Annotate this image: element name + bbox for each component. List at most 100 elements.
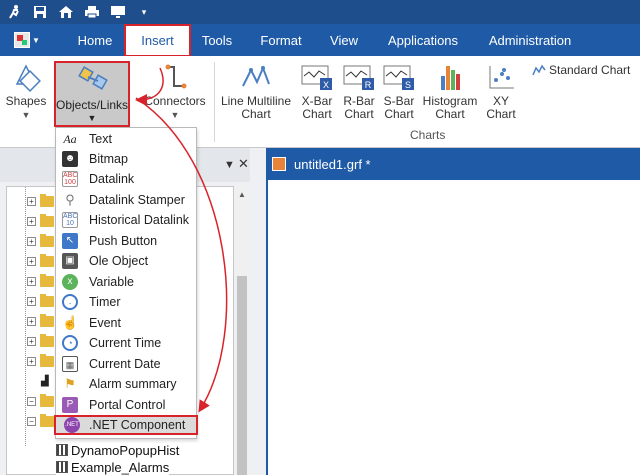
- expand-icon[interactable]: +: [27, 276, 36, 286]
- timer-icon: ·: [62, 294, 78, 310]
- collapse-icon[interactable]: −: [27, 416, 36, 426]
- tree-folder-row[interactable]: +: [27, 213, 54, 229]
- save-icon[interactable]: [32, 4, 48, 20]
- tree-item-dynamopopuphist[interactable]: DynamoPopupHist: [56, 442, 180, 458]
- tree-folder-row[interactable]: −: [27, 413, 54, 429]
- alarm-summary-icon: ⚑: [64, 376, 76, 391]
- svg-text:S: S: [405, 80, 411, 90]
- shapes-icon: [15, 64, 41, 92]
- menu-item-push-button[interactable]: ↖ Push Button: [56, 231, 196, 251]
- push-button-icon: ↖: [62, 233, 78, 249]
- chevron-down-icon: ▼: [21, 110, 31, 120]
- app-logo-icon: [14, 32, 30, 48]
- tree-folder-row[interactable]: +: [27, 313, 54, 329]
- expand-icon[interactable]: +: [27, 196, 36, 206]
- shapes-label: Shapes: [5, 94, 47, 108]
- tree-folder-row[interactable]: +: [27, 233, 54, 249]
- tab-format[interactable]: Format: [251, 24, 311, 56]
- expand-icon[interactable]: +: [27, 256, 36, 266]
- collapse-icon[interactable]: −: [27, 396, 36, 406]
- menu-item-bitmap[interactable]: ☻ Bitmap: [56, 149, 196, 169]
- menu-item-variable[interactable]: x Variable: [56, 272, 196, 292]
- tab-insert[interactable]: Insert: [124, 24, 191, 57]
- xy-chart-button[interactable]: XY Chart: [482, 62, 520, 121]
- menu-item-event[interactable]: ☝ Event: [56, 313, 196, 333]
- home-save-icon[interactable]: [58, 4, 74, 20]
- menu-item-datalink[interactable]: ABC 100 Datalink: [56, 169, 196, 189]
- panel-menu-icon[interactable]: ▼: [224, 159, 235, 171]
- print-icon[interactable]: [84, 4, 100, 20]
- close-icon[interactable]: ✕: [238, 156, 249, 172]
- menu-item-timer[interactable]: · Timer: [56, 292, 196, 312]
- r-bar-chart-label-2: Chart: [344, 107, 374, 121]
- standard-chart-button[interactable]: Standard Chart: [532, 63, 630, 77]
- chevron-down-icon: ▼: [170, 110, 180, 120]
- objects-links-icon: [78, 66, 108, 90]
- menu-item-label: Alarm summary: [89, 377, 177, 391]
- run-icon[interactable]: [6, 4, 22, 20]
- s-bar-chart-label-2: Chart: [384, 107, 414, 121]
- drawing-canvas[interactable]: [266, 180, 640, 475]
- histogram-chart-button[interactable]: Histogram Chart: [420, 62, 480, 121]
- tree-folder-row[interactable]: +: [27, 253, 54, 269]
- tree-item-row[interactable]: ▟: [41, 373, 49, 389]
- tab-tools[interactable]: Tools: [191, 24, 243, 56]
- expand-icon[interactable]: +: [27, 236, 36, 246]
- menu-item-text[interactable]: Aa Text: [56, 129, 196, 149]
- expand-icon[interactable]: +: [27, 316, 36, 326]
- expand-icon[interactable]: +: [27, 296, 36, 306]
- scatter-icon: [489, 66, 514, 89]
- line-multiline-chart-button[interactable]: Line Multiline Chart: [216, 62, 296, 121]
- dropdown-icon[interactable]: ▾: [136, 4, 152, 20]
- expand-icon[interactable]: +: [27, 216, 36, 226]
- bitmap-icon: ☻: [62, 151, 78, 167]
- svg-text:X: X: [323, 80, 329, 90]
- tree-folder-row[interactable]: +: [27, 293, 54, 309]
- s-bar-chart-button[interactable]: S S-Bar Chart: [380, 62, 418, 121]
- expand-icon[interactable]: +: [27, 356, 36, 366]
- menu-item-label: Portal Control: [89, 398, 166, 412]
- folder-icon: [40, 313, 54, 327]
- tab-administration[interactable]: Administration: [478, 24, 582, 56]
- scrollbar-thumb[interactable]: [237, 276, 247, 475]
- application-menu-button[interactable]: ▼: [14, 30, 44, 50]
- connectors-button[interactable]: Connectors ▼: [140, 62, 210, 122]
- tab-home[interactable]: Home: [66, 24, 124, 56]
- r-bar-chart-button[interactable]: R R-Bar Chart: [340, 62, 378, 121]
- tree-folder-row[interactable]: +: [27, 193, 54, 209]
- tab-view[interactable]: View: [318, 24, 370, 56]
- shapes-button[interactable]: Shapes ▼: [2, 62, 50, 122]
- net-component-icon: .NET: [64, 417, 80, 433]
- text-aa-icon: Aa: [63, 132, 77, 146]
- folder-icon: [40, 413, 54, 427]
- menu-item-historical-datalink[interactable]: ABC 10 Historical Datalink: [56, 210, 196, 230]
- menu-item-net-component[interactable]: .NET .NET Component: [54, 415, 198, 435]
- document-tab[interactable]: untitled1.grf *: [266, 148, 640, 180]
- menu-item-portal-control[interactable]: P Portal Control: [56, 395, 196, 415]
- x-bar-chart-label-2: Chart: [302, 107, 332, 121]
- r-bar-chart-icon: R: [343, 65, 374, 90]
- tree-scrollbar[interactable]: ▲: [235, 186, 249, 475]
- objects-links-button[interactable]: Objects/Links ▼: [54, 61, 130, 127]
- tree-folder-row[interactable]: +: [27, 333, 54, 349]
- tab-applications[interactable]: Applications: [378, 24, 468, 56]
- standard-chart-label: Standard Chart: [549, 63, 631, 77]
- menu-item-current-date[interactable]: ▦ Current Date: [56, 354, 196, 374]
- tree-folder-row[interactable]: +: [27, 353, 54, 369]
- menu-item-current-time[interactable]: ◔ Current Time: [56, 333, 196, 353]
- menu-item-ole-object[interactable]: ▣ Ole Object: [56, 251, 196, 271]
- tree-folder-row[interactable]: −: [27, 393, 54, 409]
- menu-item-alarm-summary[interactable]: ⚑ Alarm summary: [56, 374, 196, 394]
- menu-item-datalink-stamper[interactable]: ⚲ Datalink Stamper: [56, 190, 196, 210]
- monitor-icon[interactable]: [110, 4, 126, 20]
- tree-folder-row[interactable]: +: [27, 273, 54, 289]
- variable-icon: x: [62, 274, 78, 290]
- document-title: untitled1.grf *: [294, 157, 371, 172]
- folder-icon: [40, 273, 54, 287]
- tree-item-example-alarms[interactable]: Example_Alarms: [56, 459, 170, 475]
- scroll-up-icon[interactable]: ▲: [238, 190, 246, 199]
- chevron-down-icon: ▼: [32, 35, 40, 45]
- chevron-down-icon: ▼: [87, 113, 97, 123]
- expand-icon[interactable]: +: [27, 336, 36, 346]
- x-bar-chart-button[interactable]: X X-Bar Chart: [298, 62, 336, 121]
